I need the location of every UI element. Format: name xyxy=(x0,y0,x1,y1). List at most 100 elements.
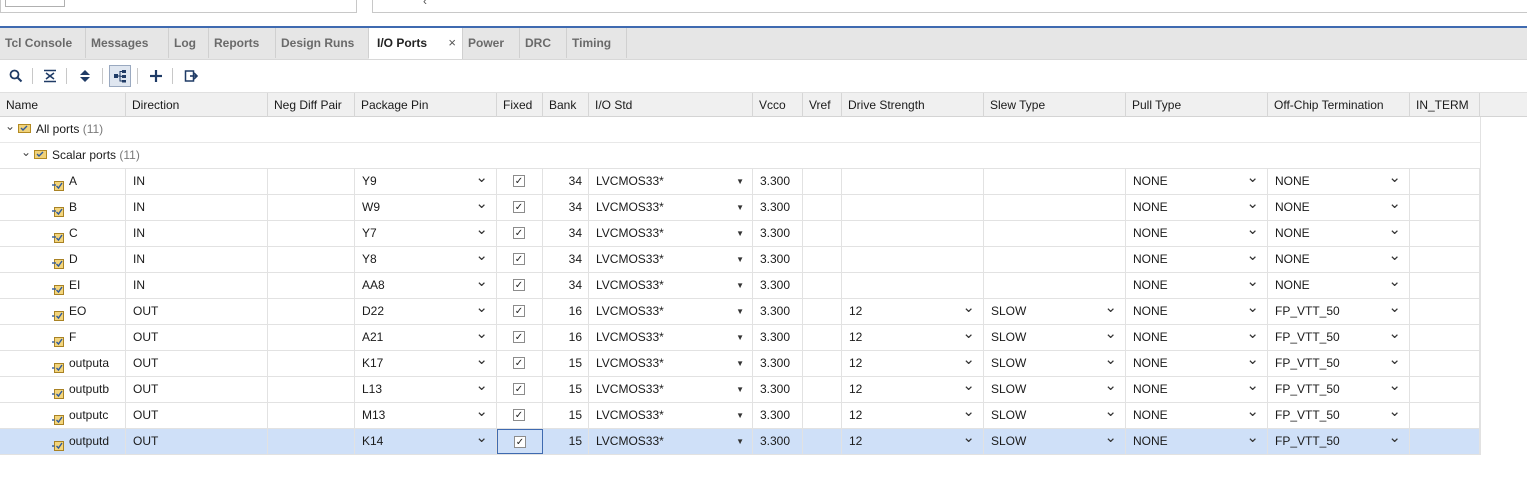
cell-off-chip-termination[interactable]: FP_VTT_50 ⌄ xyxy=(1268,299,1410,324)
cell-io-std[interactable]: LVCMOS33* ▼ xyxy=(589,325,753,350)
chevron-down-icon[interactable]: ⌄ xyxy=(1246,221,1259,242)
column-header-direction[interactable]: Direction xyxy=(126,93,268,117)
cell-fixed[interactable]: ✓ xyxy=(497,351,543,376)
chevron-down-icon[interactable]: ⌄ xyxy=(1246,169,1259,190)
fixed-checkbox[interactable]: ✓ xyxy=(514,436,526,448)
chevron-down-icon[interactable]: ⌄ xyxy=(5,114,19,139)
chevron-down-icon[interactable]: ⌄ xyxy=(1246,351,1259,372)
cell-pull-type[interactable]: NONE ⌄ xyxy=(1126,325,1268,350)
tab-timing[interactable]: Timing xyxy=(567,28,627,58)
chevron-down-icon[interactable]: ▼ xyxy=(736,377,744,402)
group-by-interface-icon[interactable] xyxy=(109,65,131,87)
chevron-down-icon[interactable]: ⌄ xyxy=(475,377,488,398)
cell-io-std[interactable]: LVCMOS33* ▼ xyxy=(589,299,753,324)
cell-package-pin[interactable]: K14 ⌄ xyxy=(355,429,497,454)
cell-package-pin[interactable]: K17 ⌄ xyxy=(355,351,497,376)
table-row[interactable]: A IN Y9 ⌄ ✓ 34 LVCMOS33* ▼ 3.300 NONE ⌄ NONE ⌄ xyxy=(0,169,1480,195)
cell-drive-strength[interactable]: 12 ⌄ xyxy=(842,299,984,324)
fixed-checkbox[interactable]: ✓ xyxy=(513,305,525,317)
column-header-pull-type[interactable]: Pull Type xyxy=(1126,93,1268,117)
cell-slew-type[interactable]: SLOW ⌄ xyxy=(984,377,1126,402)
chevron-down-icon[interactable]: ⌄ xyxy=(962,299,975,320)
chevron-down-icon[interactable]: ⌄ xyxy=(1104,429,1117,450)
cell-package-pin[interactable]: D22 ⌄ xyxy=(355,299,497,324)
cell-pull-type[interactable]: NONE ⌄ xyxy=(1126,247,1268,272)
cell-off-chip-termination[interactable]: NONE ⌄ xyxy=(1268,221,1410,246)
tab-drc[interactable]: DRC xyxy=(520,28,567,58)
fixed-checkbox[interactable]: ✓ xyxy=(513,227,525,239)
cell-pull-type[interactable]: NONE ⌄ xyxy=(1126,299,1268,324)
fixed-checkbox[interactable]: ✓ xyxy=(513,279,525,291)
chevron-down-icon[interactable]: ⌄ xyxy=(1246,403,1259,424)
chevron-down-icon[interactable]: ▼ xyxy=(736,273,744,298)
cell-pull-type[interactable]: NONE ⌄ xyxy=(1126,351,1268,376)
fixed-checkbox[interactable]: ✓ xyxy=(513,357,525,369)
table-row[interactable]: outputd OUT K14 ⌄ ✓ 15 LVCMOS33* ▼ 3.300 12 ⌄ SLOW ⌄… xyxy=(0,429,1480,455)
chevron-down-icon[interactable]: ⌄ xyxy=(475,221,488,242)
cell-off-chip-termination[interactable]: NONE ⌄ xyxy=(1268,247,1410,272)
cell-slew-type[interactable]: SLOW ⌄ xyxy=(984,429,1126,454)
fixed-checkbox[interactable]: ✓ xyxy=(513,409,525,421)
column-header-i-o-std[interactable]: I/O Std xyxy=(589,93,753,117)
chevron-down-icon[interactable]: ⌄ xyxy=(1246,325,1259,346)
chevron-down-icon[interactable]: ▼ xyxy=(736,195,744,220)
cell-off-chip-termination[interactable]: NONE ⌄ xyxy=(1268,273,1410,298)
fixed-checkbox[interactable]: ✓ xyxy=(513,175,525,187)
cell-fixed[interactable]: ✓ xyxy=(497,299,543,324)
tab-messages[interactable]: Messages xyxy=(86,28,169,58)
chevron-down-icon[interactable]: ⌄ xyxy=(1388,377,1401,398)
cell-off-chip-termination[interactable]: FP_VTT_50 ⌄ xyxy=(1268,403,1410,428)
search-icon[interactable] xyxy=(5,65,27,87)
cell-package-pin[interactable]: A21 ⌄ xyxy=(355,325,497,350)
column-header-bank[interactable]: Bank xyxy=(543,93,589,117)
column-header-vref[interactable]: Vref xyxy=(803,93,842,117)
chevron-down-icon[interactable]: ▼ xyxy=(736,221,744,246)
tab-i-o-ports[interactable]: I/O Ports × xyxy=(369,28,463,59)
table-row[interactable]: EI IN AA8 ⌄ ✓ 34 LVCMOS33* ▼ 3.300 NONE ⌄ NONE ⌄ xyxy=(0,273,1480,299)
cell-slew-type[interactable]: SLOW ⌄ xyxy=(984,351,1126,376)
cell-drive-strength[interactable]: 12 ⌄ xyxy=(842,429,984,454)
chevron-down-icon[interactable]: ▼ xyxy=(736,247,744,272)
cell-off-chip-termination[interactable]: NONE ⌄ xyxy=(1268,195,1410,220)
tree-all-ports[interactable]: ⌄ All ports (11) xyxy=(0,117,1480,143)
table-row[interactable]: outputb OUT L13 ⌄ ✓ 15 LVCMOS33* ▼ 3.300 12 ⌄ SLOW ⌄… xyxy=(0,377,1480,403)
chevron-down-icon[interactable]: ⌄ xyxy=(962,429,975,450)
cell-io-std[interactable]: LVCMOS33* ▼ xyxy=(589,169,753,194)
chevron-down-icon[interactable]: ⌄ xyxy=(1388,273,1401,294)
chevron-down-icon[interactable]: ⌄ xyxy=(1104,351,1117,372)
table-row[interactable]: outputa OUT K17 ⌄ ✓ 15 LVCMOS33* ▼ 3.300 12 ⌄ SLOW ⌄… xyxy=(0,351,1480,377)
cell-slew-type[interactable]: SLOW ⌄ xyxy=(984,403,1126,428)
column-header-fixed[interactable]: Fixed xyxy=(497,93,543,117)
cell-io-std[interactable]: LVCMOS33* ▼ xyxy=(589,351,753,376)
chevron-down-icon[interactable]: ⌄ xyxy=(1388,403,1401,424)
table-row[interactable]: outputc OUT M13 ⌄ ✓ 15 LVCMOS33* ▼ 3.300 12 ⌄ SLOW ⌄… xyxy=(0,403,1480,429)
chevron-down-icon[interactable]: ⌄ xyxy=(962,351,975,372)
chevron-down-icon[interactable]: ⌄ xyxy=(1246,273,1259,294)
cell-package-pin[interactable]: Y8 ⌄ xyxy=(355,247,497,272)
cell-package-pin[interactable]: Y7 ⌄ xyxy=(355,221,497,246)
cell-io-std[interactable]: LVCMOS33* ▼ xyxy=(589,377,753,402)
cell-pull-type[interactable]: NONE ⌄ xyxy=(1126,273,1268,298)
chevron-down-icon[interactable]: ⌄ xyxy=(475,299,488,320)
cell-drive-strength[interactable]: 12 ⌄ xyxy=(842,325,984,350)
add-icon[interactable] xyxy=(145,65,167,87)
cell-package-pin[interactable]: Y9 ⌄ xyxy=(355,169,497,194)
chevron-down-icon[interactable]: ⌄ xyxy=(962,403,975,424)
cell-package-pin[interactable]: W9 ⌄ xyxy=(355,195,497,220)
cell-pull-type[interactable]: NONE ⌄ xyxy=(1126,429,1268,454)
column-header-package-pin[interactable]: Package Pin xyxy=(355,93,497,117)
chevron-down-icon[interactable]: ⌄ xyxy=(1388,247,1401,268)
cell-package-pin[interactable]: AA8 ⌄ xyxy=(355,273,497,298)
chevron-down-icon[interactable]: ⌄ xyxy=(1388,195,1401,216)
cell-fixed[interactable]: ✓ xyxy=(497,377,543,402)
cell-fixed[interactable]: ✓ xyxy=(497,221,543,246)
chevron-down-icon[interactable]: ⌄ xyxy=(21,140,35,165)
column-header-slew-type[interactable]: Slew Type xyxy=(984,93,1126,117)
tab-reports[interactable]: Reports xyxy=(209,28,276,58)
cell-io-std[interactable]: LVCMOS33* ▼ xyxy=(589,403,753,428)
tab-log[interactable]: Log xyxy=(169,28,209,58)
chevron-down-icon[interactable]: ⌄ xyxy=(1388,351,1401,372)
chevron-down-icon[interactable]: ▼ xyxy=(736,351,744,376)
chevron-down-icon[interactable]: ▼ xyxy=(736,429,744,454)
cell-slew-type[interactable]: SLOW ⌄ xyxy=(984,299,1126,324)
